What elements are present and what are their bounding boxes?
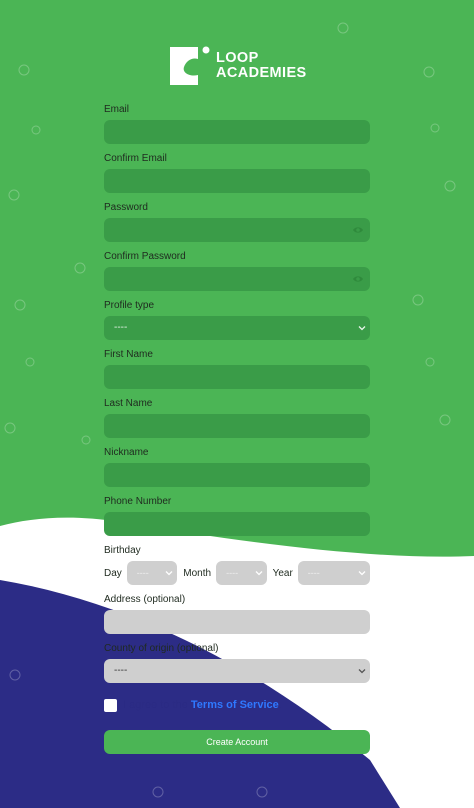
signup-form: Email Confirm Email Password Confirm Pas… [104,104,370,754]
loop-logo-icon [170,46,210,85]
password-label: Password [104,202,148,213]
chevron-down-icon [358,669,366,674]
confirm-email-input[interactable] [104,169,370,193]
confirm-password-input[interactable] [104,267,370,291]
profile-type-label: Profile type [104,300,155,311]
brand-logo: LOOP ACADEMIES [168,44,308,88]
chevron-down-icon [165,571,173,576]
month-value: ---- [226,568,239,578]
day-label: Day [104,567,122,579]
brand-line1: LOOP [216,50,259,66]
country-field-group: County of origin (optional) ---- [104,643,370,692]
month-label: Month [183,567,212,579]
country-select[interactable]: ---- [104,659,370,683]
year-select[interactable]: ---- [297,561,370,585]
first-name-label: First Name [104,349,153,360]
last-name-input[interactable] [104,414,370,438]
profile-type-select[interactable]: ---- [104,316,370,340]
birthday-label: Birthday [104,545,141,556]
profile-type-value: ---- [114,322,128,333]
birthday-field-group: Birthday Day ---- Month ---- Year ---- [104,545,370,594]
address-field-group: Address (optional) [104,594,370,643]
country-value: ---- [114,665,128,676]
last-name-field-group: Last Name [104,398,370,447]
email-input[interactable] [104,120,370,144]
terms-text: I agree to the Terms of Service. [123,699,282,711]
create-account-button[interactable]: Create Account [104,730,370,754]
terms-prefix: I agree to the [123,699,191,711]
year-label: Year [272,567,293,579]
address-label: Address (optional) [104,594,186,605]
address-input[interactable] [104,610,370,634]
chevron-down-icon [358,571,366,576]
last-name-label: Last Name [104,398,153,409]
nickname-field-group: Nickname [104,447,370,496]
show-confirm-password-eye-icon[interactable] [352,273,364,285]
show-password-eye-icon[interactable] [352,224,364,236]
phone-field-group: Phone Number [104,496,370,545]
email-field-group: Email [104,104,370,153]
email-label: Email [104,104,130,115]
password-field-group: Password [104,202,370,251]
profile-type-field-group: Profile type ---- [104,300,370,349]
terms-checkbox[interactable] [104,698,117,712]
terms-suffix: . [278,699,282,711]
first-name-input[interactable] [104,365,370,389]
chevron-down-icon [255,571,263,576]
month-select[interactable]: ---- [216,561,267,585]
confirm-password-field-group: Confirm Password [104,251,370,300]
confirm-password-label: Confirm Password [104,251,186,262]
phone-label: Phone Number [104,496,172,507]
year-value: ---- [307,568,320,578]
chevron-down-icon [358,326,366,331]
terms-of-service-link[interactable]: Terms of Service [191,699,279,711]
day-value: ---- [136,568,149,578]
confirm-email-field-group: Confirm Email [104,153,370,202]
confirm-email-label: Confirm Email [104,153,167,164]
first-name-field-group: First Name [104,349,370,398]
phone-input[interactable] [104,512,370,536]
password-input[interactable] [104,218,370,242]
nickname-label: Nickname [104,447,149,458]
country-label: County of origin (optional) [104,643,219,654]
terms-row: I agree to the Terms of Service. [104,694,370,716]
brand-line2: ACADEMIES [216,65,307,81]
day-select[interactable]: ---- [126,561,178,585]
nickname-input[interactable] [104,463,370,487]
